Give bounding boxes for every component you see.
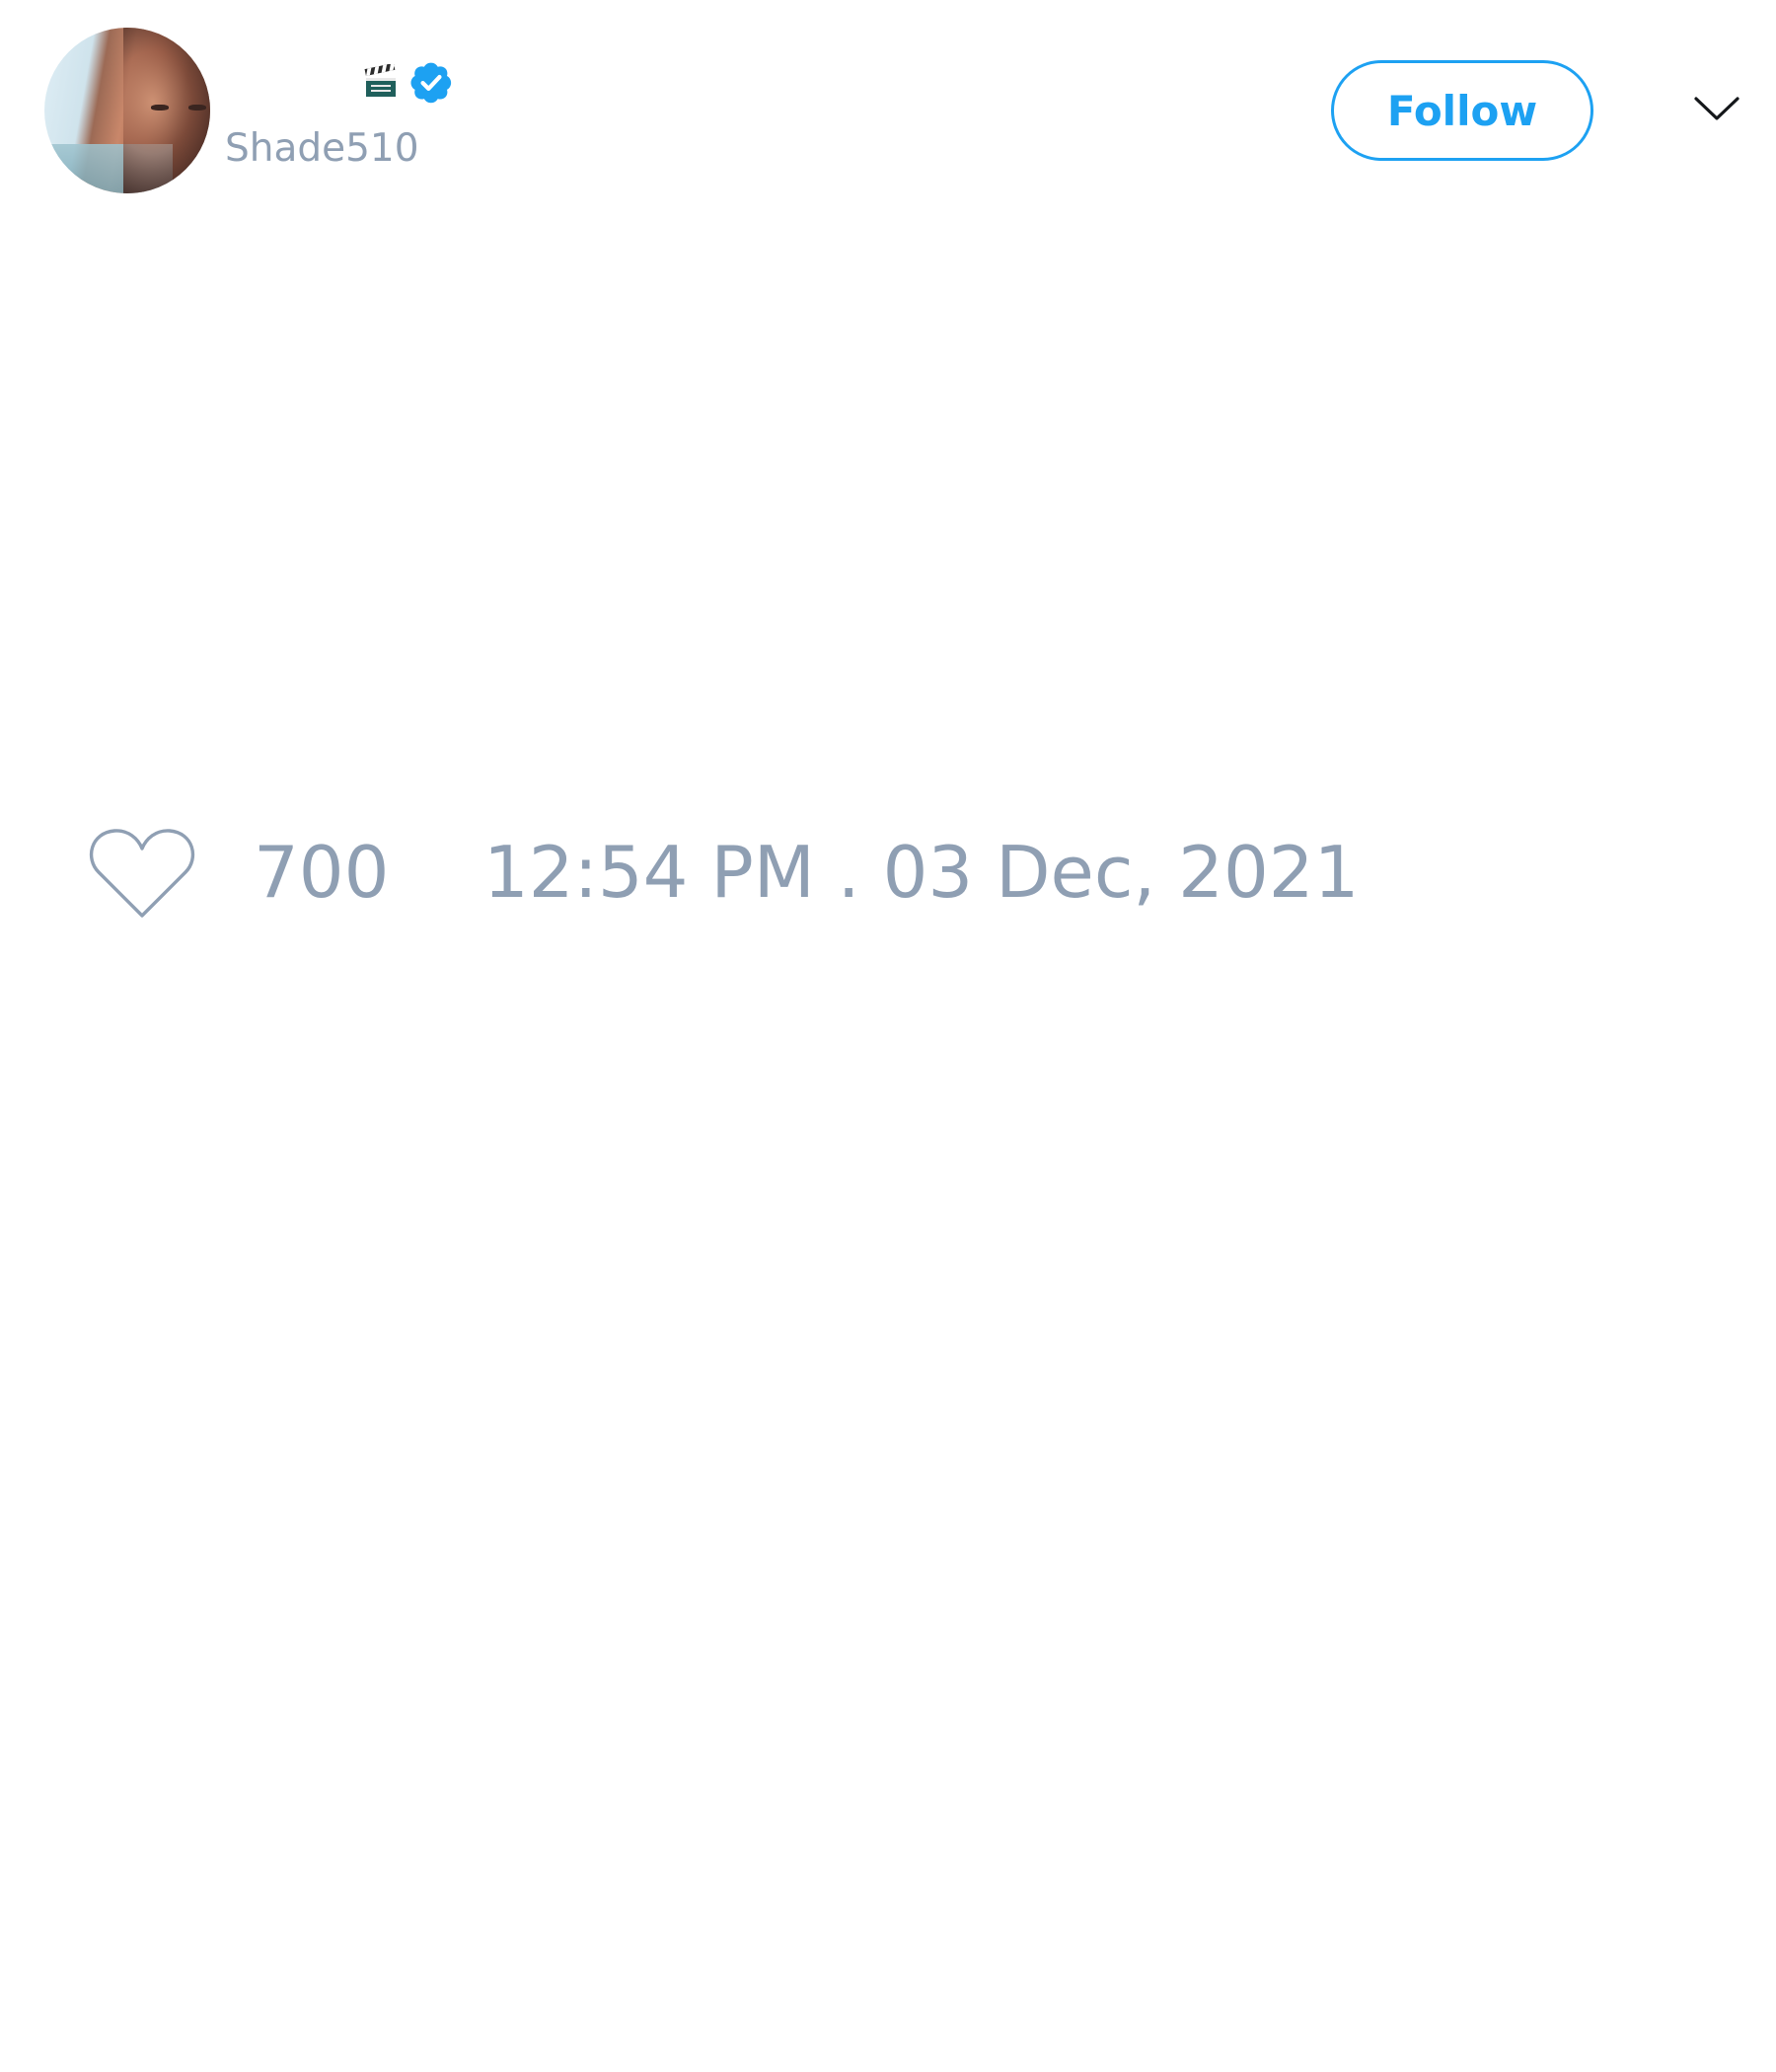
- clapper-board-icon: [364, 64, 396, 97]
- avatar[interactable]: [44, 28, 210, 193]
- follow-button[interactable]: Follow: [1331, 60, 1593, 161]
- avatar-eye-right: [188, 105, 206, 111]
- verified-badge-icon: [410, 62, 452, 104]
- like-count: 700: [254, 831, 390, 914]
- avatar-face: [123, 28, 210, 193]
- author-handle[interactable]: Shade510: [225, 126, 419, 171]
- chevron-down-icon[interactable]: [1692, 91, 1741, 126]
- heart-icon[interactable]: [89, 825, 195, 920]
- author-name-row: [225, 57, 454, 107]
- timestamp[interactable]: 12:54 PM . 03 Dec, 2021: [483, 831, 1359, 914]
- avatar-eye-left: [151, 105, 169, 111]
